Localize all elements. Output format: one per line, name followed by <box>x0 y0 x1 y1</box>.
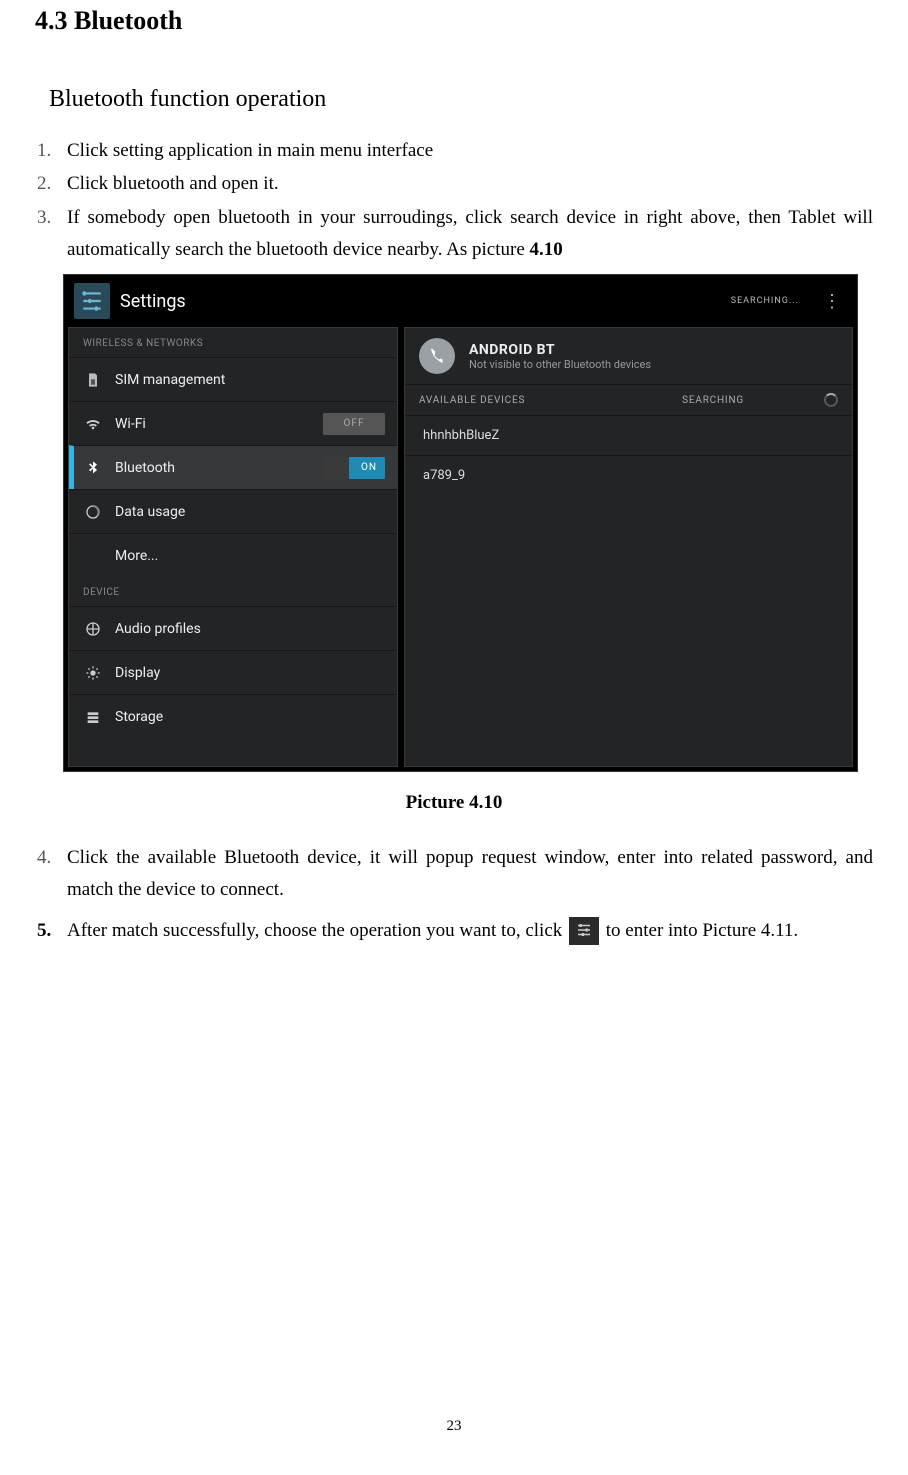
step-number: 3. <box>37 202 67 267</box>
step-text: Click bluetooth and open it. <box>67 168 873 200</box>
storage-icon <box>83 707 103 727</box>
sidebar-item-storage[interactable]: Storage <box>69 694 397 738</box>
bluetooth-device-item[interactable]: a789_9 <box>405 455 852 495</box>
step-text: Click setting application in main menu i… <box>67 135 873 167</box>
app-titlebar: Settings SEARCHING... ⋮ <box>64 275 857 327</box>
sidebar-item-label: More... <box>115 548 385 564</box>
sidebar-item-label: Bluetooth <box>115 460 311 476</box>
display-icon <box>83 663 103 683</box>
step-number: 2. <box>37 168 67 200</box>
step-number: 4. <box>37 842 67 907</box>
sidebar-item-label: Data usage <box>115 504 385 520</box>
sidebar-item-label: Display <box>115 665 385 681</box>
category-device: DEVICE <box>69 577 397 606</box>
step-5: 5. After match successfully, choose the … <box>35 915 873 947</box>
step-1: 1. Click setting application in main men… <box>35 135 873 167</box>
wifi-toggle[interactable]: OFF <box>323 413 385 435</box>
category-wireless: WIRELESS & NETWORKS <box>69 328 397 357</box>
bluetooth-settings-screenshot: Settings SEARCHING... ⋮ WIRELESS & NETWO… <box>63 274 858 772</box>
sidebar-item-label: SIM management <box>115 372 385 388</box>
bluetooth-own-device[interactable]: ANDROID BT Not visible to other Bluetoot… <box>405 328 852 384</box>
step-4: 4. Click the available Bluetooth device,… <box>35 842 873 907</box>
phone-icon <box>419 338 455 374</box>
bluetooth-detail-pane: ANDROID BT Not visible to other Bluetoot… <box>404 327 853 767</box>
step-text: If somebody open bluetooth in your surro… <box>67 202 873 267</box>
sidebar-item-wifi[interactable]: Wi-Fi OFF <box>69 401 397 445</box>
audio-icon <box>83 619 103 639</box>
device-name: ANDROID BT <box>469 342 651 358</box>
sidebar-item-display[interactable]: Display <box>69 650 397 694</box>
searching-status: SEARCHING... <box>731 296 799 306</box>
available-devices-header: AVAILABLE DEVICES SEARCHING <box>405 384 852 415</box>
sidebar-item-data-usage[interactable]: Data usage <box>69 489 397 533</box>
step-2: 2. Click bluetooth and open it. <box>35 168 873 200</box>
sidebar-item-label: Wi-Fi <box>115 416 311 432</box>
bluetooth-toggle[interactable]: ON <box>323 457 385 479</box>
step-text: Click the available Bluetooth device, it… <box>67 842 873 907</box>
settings-app-icon <box>74 283 110 319</box>
searching-label: SEARCHING <box>682 395 744 406</box>
settings-sidebar: WIRELESS & NETWORKS SIM management Wi-Fi… <box>68 327 398 767</box>
step-3: 3. If somebody open bluetooth in your su… <box>35 202 873 267</box>
data-usage-icon <box>83 502 103 522</box>
wifi-icon <box>83 414 103 434</box>
sidebar-item-label: Audio profiles <box>115 621 385 637</box>
app-title: Settings <box>120 291 186 312</box>
step-text: After match successfully, choose the ope… <box>67 915 873 947</box>
figure-caption: Picture 4.10 <box>35 772 873 842</box>
available-label: AVAILABLE DEVICES <box>419 395 525 406</box>
sidebar-item-more[interactable]: More... <box>69 533 397 577</box>
sidebar-item-audio-profiles[interactable]: Audio profiles <box>69 606 397 650</box>
step-number: 1. <box>37 135 67 167</box>
bluetooth-icon <box>83 458 103 478</box>
sidebar-item-bluetooth[interactable]: Bluetooth ON <box>69 445 397 489</box>
bluetooth-device-item[interactable]: hhnhbhBlueZ <box>405 415 852 455</box>
blank-icon <box>83 546 103 566</box>
sliders-settings-icon <box>569 917 599 945</box>
overflow-menu-icon[interactable]: ⋮ <box>817 291 847 312</box>
loading-spinner-icon <box>824 393 838 407</box>
sidebar-item-label: Storage <box>115 709 385 725</box>
sim-icon <box>83 370 103 390</box>
step-number: 5. <box>37 915 67 947</box>
subheading: Bluetooth function operation <box>35 66 873 135</box>
page-number: 23 <box>0 1418 908 1435</box>
sidebar-item-sim-management[interactable]: SIM management <box>69 357 397 401</box>
section-heading: 4.3 Bluetooth <box>35 0 873 66</box>
device-visibility: Not visible to other Bluetooth devices <box>469 358 651 371</box>
